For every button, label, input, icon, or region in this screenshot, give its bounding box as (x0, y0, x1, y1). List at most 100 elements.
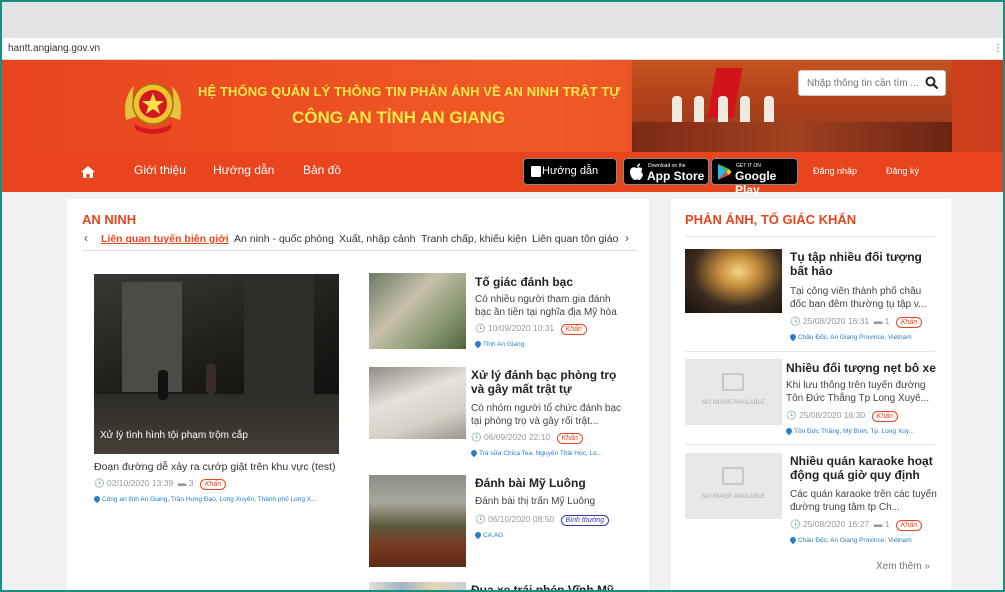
news-thumbnail[interactable] (369, 475, 466, 567)
news-thumbnail[interactable] (369, 273, 466, 349)
googleplay-big-text: Google Play (735, 169, 777, 197)
tab-lien-quan-ton-giao[interactable]: Liên quan tôn giáo (532, 233, 618, 245)
featured-meta: 🕓 02/10/2020 13:39 ▬ 3 Khẩn (94, 478, 227, 490)
report-desc: Khi lưu thông trên tuyến đường Tôn Đức T… (786, 380, 930, 404)
report-location-text: Tôn Đức Thắng, Mỹ Bình, Tp. Long Xuy... (794, 428, 914, 435)
search-input[interactable] (799, 71, 919, 95)
report-title[interactable]: Nhiều quán karaoke hoạt động quá giờ quy… (790, 454, 940, 482)
nav-item-ban-do[interactable]: Bản đồ (303, 163, 341, 177)
report-meta: 🕓 25/08/2020 16:27 ▬ 1 Khẩn (790, 519, 923, 531)
featured-location[interactable]: Công an tỉnh An Giang, Trần Hưng Đạo, Lo… (94, 496, 349, 503)
featured-title[interactable]: Đoạn đường dễ xảy ra cướp giật trên khu … (94, 461, 354, 473)
security-panel: AN NINH ‹ Liên quan tuyến biên giới An n… (67, 199, 649, 590)
featured-location-text: Công an tỉnh An Giang, Trần Hưng Đạo, Lo… (102, 496, 317, 503)
tabs-prev-icon[interactable]: ‹ (84, 231, 88, 245)
nav-item-gioi-thieu[interactable]: Giới thiệu (134, 163, 186, 177)
map-pin-icon (94, 496, 102, 503)
appstore-big-text: App Store (647, 169, 705, 183)
comment-icon: ▬ (873, 316, 883, 326)
report-location[interactable]: Châu Đốc, An Giang Province, Vietnam (790, 537, 940, 544)
news-meta: 🕓 06/10/2020 08:50 Bình thường (475, 514, 610, 526)
news-title[interactable]: Đánh bài Mỹ Luông (475, 476, 625, 490)
map-pin-icon (471, 450, 479, 457)
image-placeholder-icon (722, 373, 744, 391)
clock-icon: 🕓 (475, 514, 486, 524)
no-image-placeholder[interactable]: NO IMAGE AVAILABLE (685, 359, 782, 425)
news-thumbnail[interactable] (369, 582, 466, 590)
report-date: 25/08/2020 16:27 (802, 519, 870, 529)
featured-comments: 3 (188, 478, 194, 488)
featured-image[interactable]: Xử lý tình hình tội phạm trộm cắp (94, 274, 339, 454)
clock-icon: 🕓 (786, 410, 797, 420)
news-location[interactable]: Trà sữa Chica Tea, Nguyễn Thái Học, Lo..… (471, 450, 629, 457)
report-desc: Tại công viên thành phố châu đốc ban đêm… (790, 286, 927, 310)
report-location[interactable]: Tôn Đức Thắng, Mỹ Bình, Tp. Long Xuy... (786, 428, 936, 435)
clock-icon: 🕓 (475, 323, 486, 333)
urgent-badge: Khẩn (871, 411, 898, 422)
report-location[interactable]: Châu Đốc, An Giang Province, Vietnam (790, 334, 940, 341)
search-box[interactable] (798, 70, 946, 96)
comment-icon: ▬ (177, 478, 187, 488)
login-link[interactable]: Đăng nhập (813, 166, 857, 176)
news-meta: 🕓 06/09/2020 22:10 Khẩn (471, 432, 583, 444)
map-pin-icon (790, 334, 798, 341)
address-bar[interactable]: hantt.angiang.gov.vn ⋮ (2, 38, 1003, 60)
main-nav: Giới thiệu Hướng dẫn Bản đồ Đăng nhập Đă… (2, 152, 1003, 192)
urgent-badge: Khẩn (199, 479, 227, 490)
map-pin-icon (786, 428, 794, 435)
map-pin-icon (790, 537, 798, 544)
clock-icon: 🕓 (790, 316, 801, 326)
report-meta: 🕓 25/08/2020 16:31 ▬ 1 Khẩn (790, 316, 923, 328)
tab-lien-quan-tuyen-bien-gioi[interactable]: Liên quan tuyến biên giới (101, 233, 229, 245)
no-image-text: NO IMAGE AVAILABLE (702, 494, 765, 500)
report-date: 25/08/2020 16:31 (802, 316, 870, 326)
report-title[interactable]: Nhiều đối tượng nẹt bô xe (786, 361, 941, 375)
register-link[interactable]: Đăng ký (886, 166, 919, 176)
featured-date: 02/10/2020 13:39 (106, 478, 174, 488)
tab-tranh-chap-khieu-kien[interactable]: Tranh chấp, khiếu kiện (421, 233, 527, 245)
tab-xuat-nhap-canh[interactable]: Xuất, nhập cảnh (339, 233, 415, 245)
news-location[interactable]: Tỉnh An Giang (475, 341, 625, 348)
no-image-placeholder[interactable]: NO IMAGE AVAILABLE (685, 453, 782, 519)
news-date: 06/10/2020 08:50 (487, 514, 555, 524)
report-meta: 🕓 25/08/2020 16:30 Khẩn (786, 410, 898, 422)
clock-icon: 🕓 (471, 432, 482, 442)
news-title[interactable]: Xử lý đánh bạc phòng trọ và gây mất trật… (471, 368, 626, 396)
report-comments: 1 (884, 519, 890, 529)
map-pin-icon (475, 532, 483, 539)
report-date: 25/08/2020 16:30 (798, 410, 866, 420)
news-location-text: Tỉnh An Giang (483, 341, 525, 348)
news-title[interactable]: Đua xe trái phép Vĩnh Mỹ, (471, 583, 631, 590)
search-icon[interactable] (925, 76, 939, 90)
urgent-badge: Khẩn (560, 324, 587, 335)
home-icon[interactable] (80, 164, 96, 180)
news-desc: Có nhiều người tham gia đánh bạc ăn tiền… (475, 294, 617, 318)
nav-item-huong-dan[interactable]: Hướng dẫn (213, 163, 274, 177)
clock-icon: 🕓 (790, 519, 801, 529)
banner-title-line1: HỆ THỐNG QUẢN LÝ THÔNG TIN PHẢN ÁNH VỀ A… (198, 84, 621, 99)
report-title[interactable]: Tụ tập nhiều đối tượng bất hảo (790, 250, 940, 278)
guide-button[interactable]: Hướng dẫn (523, 158, 617, 185)
map-pin-icon (475, 341, 483, 348)
browser-menu-icon[interactable]: ⋮ (993, 38, 1003, 60)
news-thumbnail[interactable] (369, 367, 466, 439)
report-thumbnail[interactable] (685, 249, 782, 313)
news-location-text: Trà sữa Chica Tea, Nguyễn Thái Học, Lo..… (479, 450, 603, 457)
section-title-an-ninh: AN NINH (82, 212, 137, 227)
image-placeholder-icon (722, 467, 744, 485)
app-store-button[interactable]: Download on the App Store (623, 158, 709, 185)
url-text[interactable]: hantt.angiang.gov.vn (8, 43, 100, 54)
news-location-text: CA.AG (483, 532, 504, 539)
urgent-badge: Khẩn (895, 520, 923, 531)
news-location[interactable]: CA.AG (475, 532, 625, 539)
comment-icon: ▬ (873, 519, 883, 529)
tab-an-ninh-quoc-phong[interactable]: An ninh - quốc phòng (234, 233, 334, 245)
tabs-next-icon[interactable]: › (622, 231, 632, 245)
urgent-reports-panel: PHẢN ÁNH, TỐ GIÁC KHẨN Tụ tập nhiều đối … (671, 199, 951, 590)
featured-image-caption: Xử lý tình hình tội phạm trộm cắp (100, 430, 248, 441)
see-more-link[interactable]: Xem thêm » (876, 561, 930, 572)
news-title[interactable]: Tố giác đánh bạc (475, 275, 625, 289)
banner-title-line2: CÔNG AN TỈNH AN GIANG (292, 108, 506, 127)
browser-tab-strip (2, 2, 1003, 38)
google-play-button[interactable]: GET IT ON Google Play (711, 158, 798, 197)
